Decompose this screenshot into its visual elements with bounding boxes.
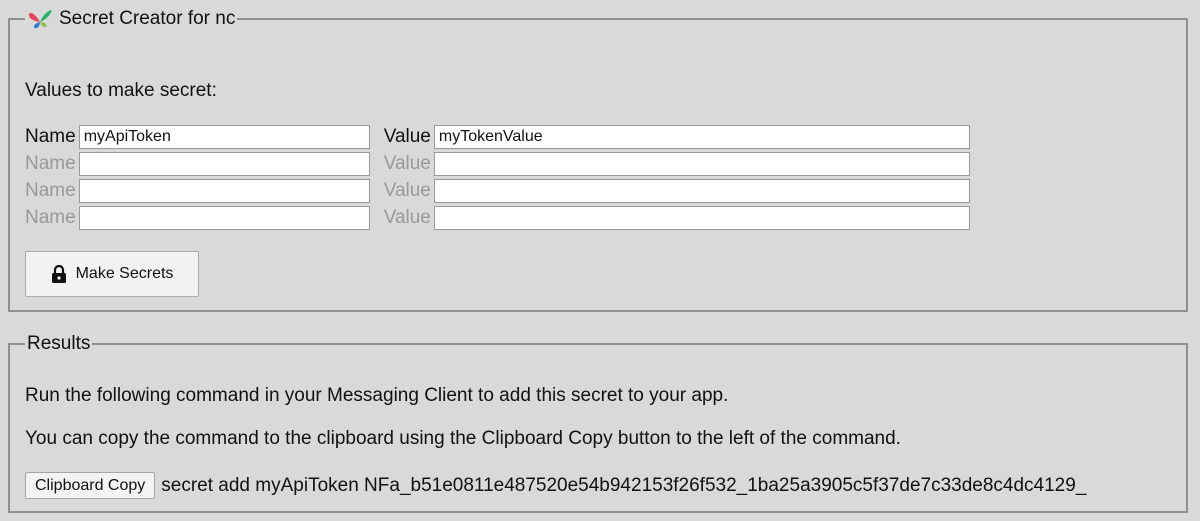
name-input-4[interactable] <box>78 206 370 230</box>
secret-creator-legend: Secret Creator for nc <box>25 8 237 30</box>
butterfly-logo-icon <box>29 10 52 29</box>
results-title: Results <box>27 333 91 354</box>
results-legend: Results <box>25 333 92 355</box>
value-label-3: Value <box>383 180 431 201</box>
secret-row-3: Name Value <box>25 178 970 204</box>
values-intro-text: Values to make secret: <box>25 80 217 101</box>
value-input-2[interactable] <box>433 152 970 176</box>
value-label-4: Value <box>383 207 431 228</box>
secret-creator-title: Secret Creator for nc <box>59 8 236 29</box>
results-panel: Results Run the following command in you… <box>8 333 1188 513</box>
name-input-3[interactable] <box>78 179 370 203</box>
clipboard-copy-button[interactable]: Clipboard Copy <box>25 472 156 499</box>
name-label-4: Name <box>25 207 76 228</box>
value-label-2: Value <box>383 153 431 174</box>
results-copy-hint: You can copy the command to the clipboar… <box>25 428 901 449</box>
make-secrets-button[interactable]: Make Secrets <box>25 251 199 297</box>
secret-row-4: Name Value <box>25 205 970 231</box>
name-input-2[interactable] <box>78 152 370 176</box>
name-input-1[interactable] <box>78 125 370 149</box>
value-label-1: Value <box>383 126 431 147</box>
lock-icon <box>51 264 66 283</box>
make-secrets-label: Make Secrets <box>75 265 174 282</box>
name-label-2: Name <box>25 153 76 174</box>
results-instruction: Run the following command in your Messag… <box>25 385 729 406</box>
secret-command-text: secret add myApiToken NFa_b51e0811e48752… <box>161 474 1087 496</box>
command-row: Clipboard Copy secret add myApiToken NFa… <box>25 472 1086 499</box>
name-label-1: Name <box>25 126 76 147</box>
secret-creator-panel: Secret Creator for nc Values to make sec… <box>8 8 1188 312</box>
secret-row-1: Name Value <box>25 124 970 150</box>
name-label-3: Name <box>25 180 76 201</box>
secret-row-2: Name Value <box>25 151 970 177</box>
value-input-3[interactable] <box>433 179 970 203</box>
value-input-1[interactable] <box>433 125 970 149</box>
value-input-4[interactable] <box>433 206 970 230</box>
